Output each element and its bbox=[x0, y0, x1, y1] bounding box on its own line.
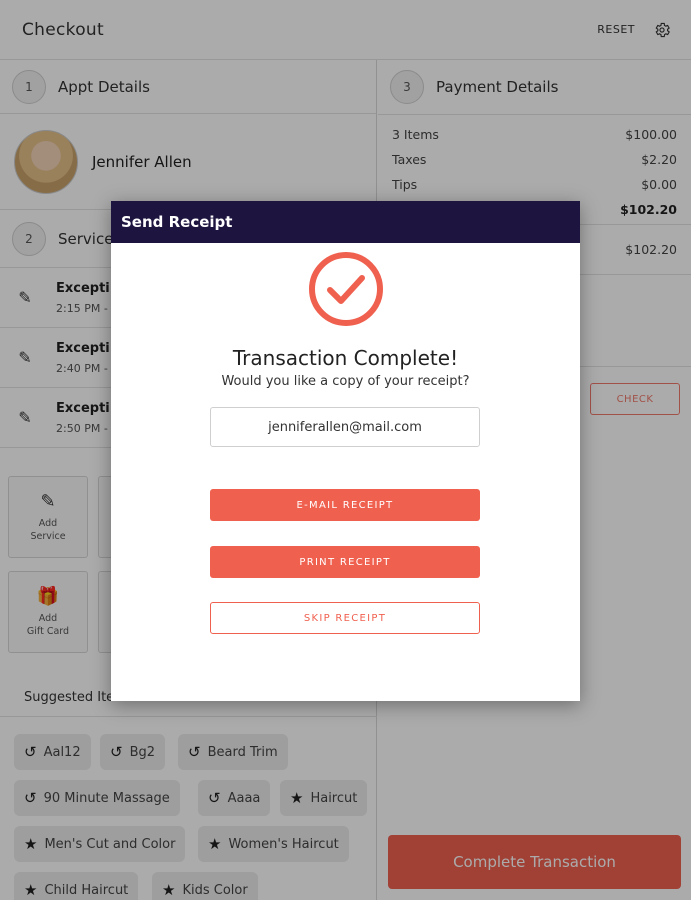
dialog-title: Transaction Complete! bbox=[232, 346, 459, 370]
dialog-header: Send Receipt bbox=[111, 201, 580, 243]
send-receipt-dialog: Send Receipt Transaction Complete! Would… bbox=[111, 201, 580, 701]
skip-receipt-button[interactable]: SKIP RECEIPT bbox=[210, 602, 480, 634]
email-receipt-button[interactable]: E-MAIL RECEIPT bbox=[210, 489, 480, 521]
dialog-subtitle: Would you like a copy of your receipt? bbox=[221, 374, 470, 389]
print-receipt-button[interactable]: PRINT RECEIPT bbox=[210, 546, 480, 578]
email-field[interactable] bbox=[210, 407, 480, 447]
check-circle-icon bbox=[309, 252, 383, 326]
